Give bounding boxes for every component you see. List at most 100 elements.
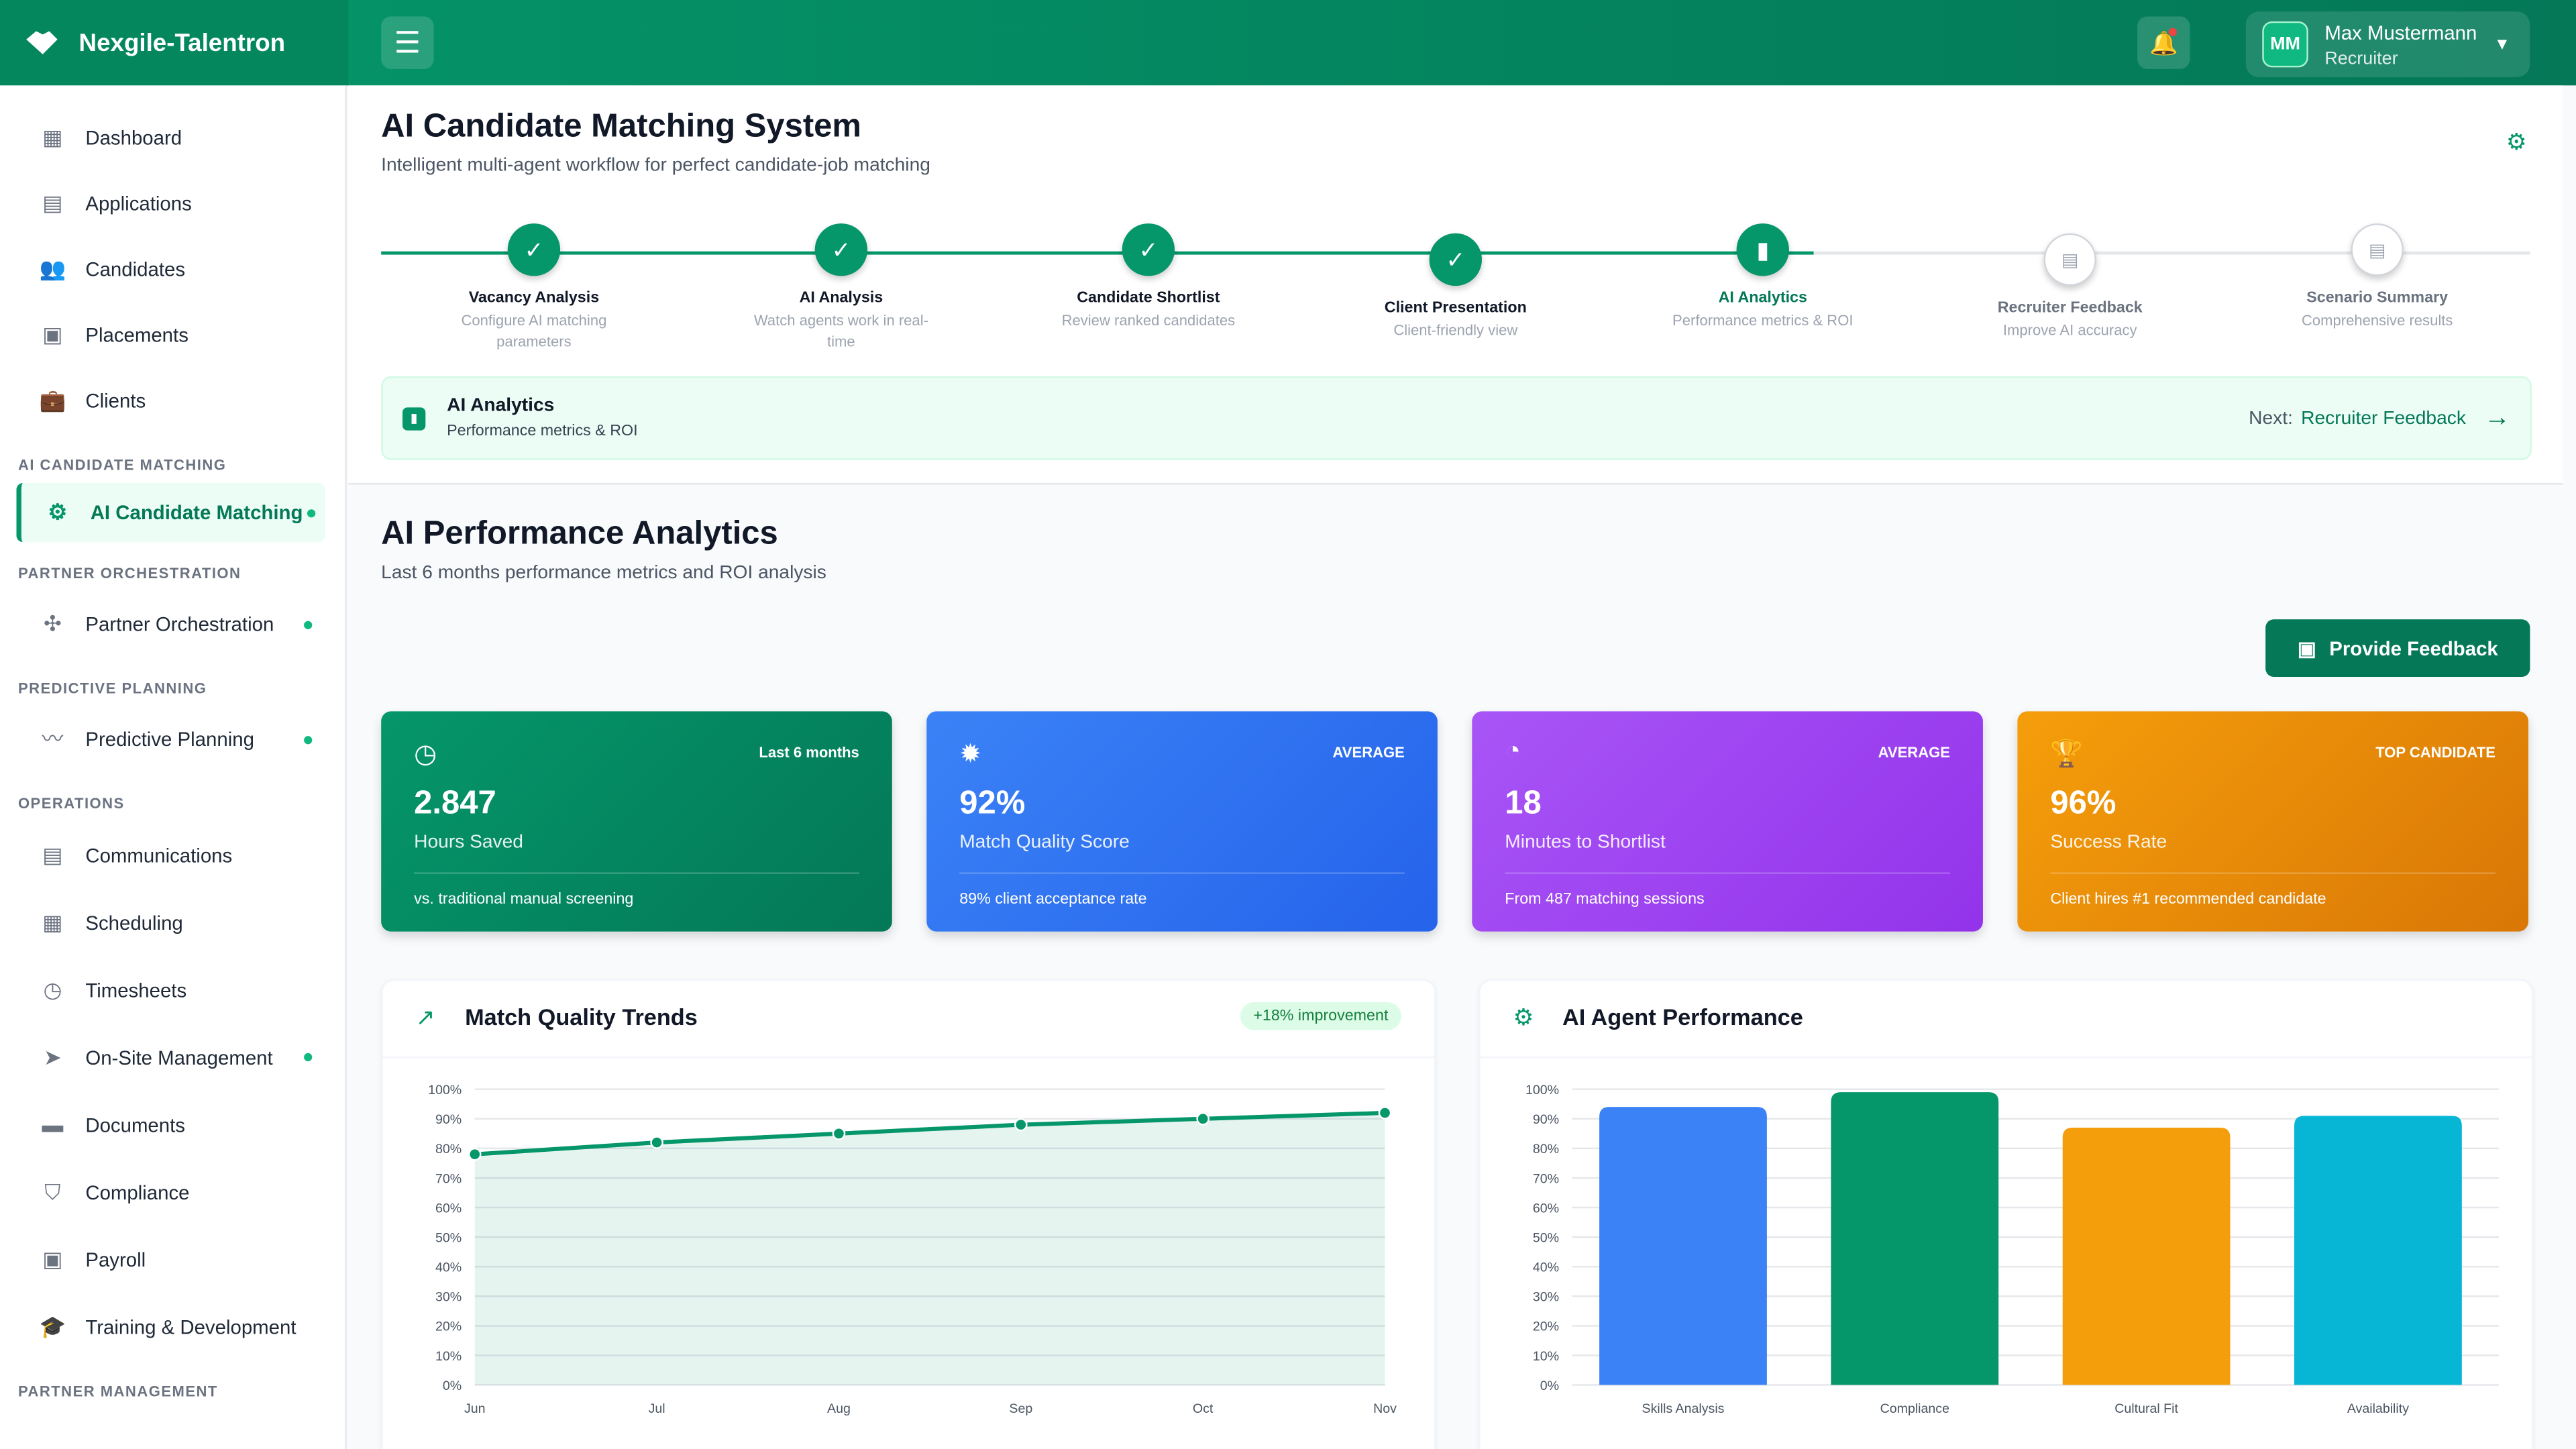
data-point (1014, 1118, 1028, 1132)
y-tick-label: 0% (443, 1379, 462, 1393)
workflow-header: AI Candidate Matching System Intelligent… (348, 85, 2563, 485)
y-tick-label: 0% (1540, 1379, 1559, 1393)
status-dot (304, 735, 313, 744)
y-tick-label: 20% (435, 1320, 462, 1334)
analytics-subtitle: Last 6 months performance metrics and RO… (381, 564, 826, 584)
trending-up-icon: ↗ (415, 1004, 435, 1030)
x-tick-label: Availability (2347, 1401, 2409, 1416)
chat-icon: ▤ (42, 842, 63, 867)
sidebar-item-label: Training & Development (85, 1315, 297, 1338)
data-point (650, 1136, 663, 1149)
sidebar-item-scheduling[interactable]: ▦ Scheduling (0, 889, 345, 956)
workflow-step[interactable]: ▤ Scenario Summary Comprehensive results (2262, 223, 2492, 332)
data-point (1196, 1112, 1210, 1126)
current-step-banner: ▮ AI Analytics Performance metrics & ROI… (381, 376, 2532, 460)
sidebar-item-label: Partner Orchestration (85, 612, 274, 636)
page-title: AI Candidate Matching System (381, 108, 861, 145)
placements-icon: ▣ (42, 322, 63, 347)
menu-toggle-button[interactable]: ☰ (381, 16, 434, 69)
section-predictive: PREDICTIVE PLANNING (17, 680, 207, 697)
y-tick-label: 40% (1533, 1260, 1559, 1275)
sidebar-item-compliance[interactable]: ⛉ Compliance (0, 1159, 345, 1226)
step-desc: Configure AI matching parameters (461, 312, 607, 350)
next-step-link[interactable]: Next: Recruiter Feedback → (2249, 404, 2510, 433)
sidebar-item-clients[interactable]: 💼 Clients (0, 368, 345, 434)
workflow-step[interactable]: ✓ Vacancy Analysis Configure AI matching p… (419, 223, 649, 353)
y-tick-label: 90% (435, 1112, 462, 1127)
y-tick-label: 100% (428, 1083, 462, 1097)
app-name: Nexgile-Talentron (78, 28, 286, 57)
notifications-button[interactable]: 🔔 (2137, 16, 2190, 69)
shield-icon: ⛉ (44, 1179, 61, 1203)
card-footer: vs. traditional manual screening (414, 872, 859, 908)
sidebar-item-applications[interactable]: ▤ Applications (0, 171, 345, 237)
bar-chart: 0% 10% 20% 30% 40% 50% 60% 70% 80% 90% 100% Skills … (1525, 1083, 2499, 1416)
workflow-step[interactable]: ✓ Candidate Shortlist Review ranked candid… (1033, 223, 1263, 332)
calendar-icon: ▦ (42, 909, 63, 934)
sidebar-item-candidates[interactable]: 👥 Candidates (0, 237, 345, 303)
stat-card: ✹ AVERAGE 92% Match Quality Score 89% client… (926, 711, 1438, 932)
card-label: Success Rate (2050, 833, 2167, 853)
trophy-icon: 🏆 (2050, 741, 2084, 769)
bar (2294, 1116, 2462, 1385)
trend-icon: 〰 (42, 726, 64, 751)
next-step-name: Recruiter Feedback (2301, 409, 2466, 429)
workflow-step[interactable]: ▤ Recruiter Feedback Improve AI accuracy (1955, 233, 2185, 342)
x-tick-label: Compliance (1880, 1401, 1949, 1416)
sidebar-item-documents[interactable]: ▬ Documents (0, 1091, 345, 1158)
step-title: AI Analytics (1718, 289, 1807, 307)
folder-icon: ▬ (42, 1111, 64, 1136)
workflow-step[interactable]: ✓ AI Analysis Watch agents work in real-ti… (726, 223, 956, 353)
step-desc: Performance metrics & ROI (1672, 312, 1854, 329)
y-tick-label: 60% (1533, 1201, 1559, 1216)
step-icon: ▤ (2351, 223, 2404, 276)
y-tick-label: 30% (1533, 1290, 1559, 1305)
sidebar-item-on-site-management[interactable]: ➤ On-Site Management (0, 1024, 345, 1091)
x-tick-label: Sep (1009, 1401, 1032, 1416)
brand[interactable]: Nexgile-Talentron (0, 0, 349, 86)
sidebar-item-predictive-planning[interactable]: 〰 Predictive Planning (0, 706, 345, 772)
sidebar-item-communications[interactable]: ▤ Communications (0, 822, 345, 889)
clients-icon: 💼 (39, 387, 66, 413)
card-tag: TOP CANDIDATE (2375, 744, 2496, 761)
sidebar: ▦ Dashboard ▤ Applications 👥 Candidates ▣ Place… (0, 85, 347, 1449)
hamburger-icon: ☰ (394, 25, 421, 58)
sidebar-item-timesheets[interactable]: ◷ Timesheets (0, 956, 345, 1023)
page-subtitle: Intelligent multi-agent workflow for per… (381, 156, 930, 176)
card-tag: AVERAGE (1878, 744, 1950, 761)
workflow-step[interactable]: ✓ Client Presentation Client-friendly view (1340, 233, 1570, 342)
sidebar-item-label: Candidates (85, 258, 186, 281)
sidebar-item-label: Dashboard (85, 126, 182, 150)
sidebar-item-placements[interactable]: ▣ Placements (0, 303, 345, 368)
sidebar-item-dashboard[interactable]: ▦ Dashboard (0, 105, 345, 171)
section-partner-management: PARTNER MANAGEMENT (17, 1383, 218, 1400)
candidates-icon: 👥 (39, 256, 66, 281)
y-tick-label: 20% (1533, 1320, 1559, 1334)
sidebar-item-label: Clients (85, 389, 146, 413)
y-tick-label: 50% (435, 1230, 462, 1245)
step-title: Scenario Summary (2306, 289, 2449, 307)
avatar: MM (2262, 21, 2308, 68)
workflow-step[interactable]: ▮ AI Analytics Performance metrics & ROI (1648, 223, 1878, 332)
card-tag: Last 6 months (759, 744, 859, 761)
panel-title: AI Agent Performance (1562, 1004, 1803, 1030)
match-quality-panel: ↗ Match Quality Trends +18% improvement … (381, 979, 1436, 1449)
provide-feedback-button[interactable]: ▣ Provide Feedback (2265, 619, 2530, 677)
x-tick-label: Aug (827, 1401, 851, 1416)
sidebar-item-training-development[interactable]: 🎓 Training & Development (0, 1293, 345, 1360)
user-menu[interactable]: MM Max Mustermann Recruiter ▼ (2245, 11, 2530, 78)
clock-icon: ◷ (414, 741, 437, 769)
y-tick-label: 30% (435, 1290, 462, 1305)
step-title: AI Analysis (799, 289, 883, 307)
sidebar-item-partner-orchestration[interactable]: ✣ Partner Orchestration (0, 592, 345, 657)
arrow-right-icon: → (2483, 404, 2511, 433)
handshake-logo-icon (26, 31, 58, 54)
sidebar-item-label: Compliance (85, 1180, 190, 1203)
sidebar-item-ai-candidate-matching[interactable]: ⚙ AI Candidate Matching (16, 483, 325, 543)
y-tick-label: 10% (1533, 1349, 1559, 1364)
network-icon: ✣ (44, 611, 62, 636)
status-dot (304, 620, 313, 629)
check-icon: ✓ (507, 223, 561, 276)
sidebar-item-payroll[interactable]: ▣ Payroll (0, 1226, 345, 1293)
data-point (832, 1127, 846, 1140)
